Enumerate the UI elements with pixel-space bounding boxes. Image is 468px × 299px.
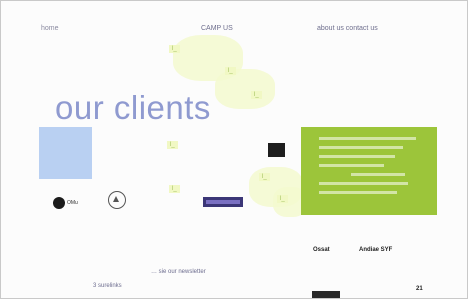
client-logo-label: OMu bbox=[67, 200, 78, 206]
client-logo-text[interactable]: Andiae SYF bbox=[359, 247, 392, 253]
nav-about-contact-link[interactable]: about us contact us bbox=[317, 25, 378, 32]
tag-highlight bbox=[215, 69, 275, 109]
client-tag[interactable]: l_ bbox=[169, 185, 180, 193]
client-tag[interactable]: l_ bbox=[169, 45, 180, 53]
page-title: our clients bbox=[55, 89, 211, 126]
panel-text-lines bbox=[319, 137, 427, 200]
nav-home-link[interactable]: home bbox=[41, 25, 59, 32]
client-tag[interactable]: l_ bbox=[259, 173, 270, 181]
client-logo-text[interactable]: 21 bbox=[416, 286, 423, 292]
client-logo-banner[interactable] bbox=[203, 197, 243, 207]
nav-camp-link[interactable]: CAMP US bbox=[201, 25, 233, 32]
client-logo-dark[interactable] bbox=[268, 143, 285, 157]
client-tag[interactable]: l_ bbox=[251, 91, 262, 99]
footer-link[interactable]: 3 surelinks bbox=[93, 283, 122, 289]
client-tag[interactable]: l_ bbox=[225, 67, 236, 75]
hero-image-placeholder bbox=[39, 127, 92, 179]
client-info-panel bbox=[301, 127, 437, 215]
client-logo-disk[interactable] bbox=[53, 197, 65, 209]
client-logo-fan-icon[interactable] bbox=[108, 191, 126, 209]
client-tag[interactable]: l_ bbox=[277, 195, 288, 203]
client-logo-footer[interactable] bbox=[312, 291, 340, 298]
client-tag[interactable]: l_ bbox=[167, 141, 178, 149]
newsletter-link[interactable]: … sie our newsletter bbox=[151, 269, 206, 275]
page-frame: home CAMP US about us contact us our cli… bbox=[0, 0, 468, 299]
client-logo-text[interactable]: Ossat bbox=[313, 247, 330, 253]
